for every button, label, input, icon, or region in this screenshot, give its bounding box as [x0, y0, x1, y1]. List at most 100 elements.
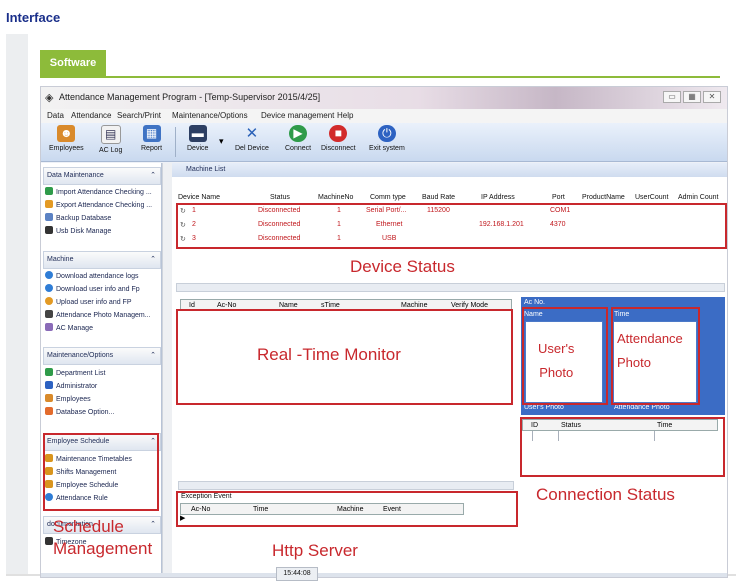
- sidebar-item-employees[interactable]: Employees: [45, 394, 159, 406]
- sidebar-item-usb[interactable]: Usb Disk Manage: [45, 226, 159, 238]
- sidebar-item-label: AC Manage: [56, 325, 93, 332]
- software-tab[interactable]: Software: [40, 50, 106, 76]
- exit-system-button[interactable]: ⏻ Exit system: [369, 125, 405, 152]
- col-status[interactable]: Status: [270, 194, 290, 201]
- sidebar-item-import[interactable]: Import Attendance Checking ...: [45, 187, 159, 199]
- users-photo-annotation: User's Photo: [538, 337, 574, 385]
- sidebar-item-label: Database Option...: [56, 409, 115, 416]
- close-icon[interactable]: ✕: [703, 91, 721, 103]
- disconnect-icon: ■: [329, 125, 348, 142]
- sidebar-item-ac-manage[interactable]: AC Manage: [45, 323, 159, 335]
- sidebar-item-label: Usb Disk Manage: [56, 228, 112, 235]
- menu-attendance[interactable]: Attendance: [71, 111, 111, 120]
- download-icon: [45, 284, 53, 292]
- photo-icon: [45, 310, 53, 318]
- col-baud-rate[interactable]: Baud Rate: [422, 194, 455, 201]
- ac-log-button[interactable]: ▤ AC Log: [99, 125, 122, 154]
- sidebar-item-label: Department List: [56, 370, 106, 377]
- connection-status-label: Connection Status: [536, 485, 675, 504]
- section-machine[interactable]: Machine ⌃: [43, 251, 161, 269]
- machine-list-label: Machine List: [186, 166, 226, 173]
- sidebar-item-label: Import Attendance Checking ...: [56, 189, 152, 196]
- attendance-photo-caption: Attendance Photo: [614, 404, 670, 411]
- sidebar-item-database-option[interactable]: Database Option...: [45, 407, 159, 419]
- menu-bar: Data Attendance Search/Print Maintenance…: [41, 109, 727, 123]
- menu-help[interactable]: Help: [337, 111, 353, 120]
- col-machine-no[interactable]: MachineNo: [318, 194, 353, 201]
- device-status-label: Device Status: [350, 257, 455, 276]
- sidebar-item-upload-user[interactable]: Upload user info and FP: [45, 297, 159, 309]
- sidebar-item-label: Upload user info and FP: [56, 299, 132, 306]
- connect-button[interactable]: ▶ Connect: [285, 125, 311, 152]
- power-icon: ⏻: [377, 125, 396, 142]
- schedule-management-box: [43, 433, 159, 511]
- device-list-hscrollbar[interactable]: [176, 283, 725, 292]
- left-margin-bar: [6, 34, 28, 574]
- exit-system-label: Exit system: [369, 145, 405, 152]
- connect-label: Connect: [285, 145, 312, 152]
- collapse-chevron-icon[interactable]: ⌃: [150, 168, 156, 184]
- employees-button[interactable]: ☻ Employees: [49, 125, 84, 152]
- sidebar-item-label: Employees: [56, 396, 91, 403]
- sidebar-item-photo-manage[interactable]: Attendance Photo Managem...: [45, 310, 159, 322]
- app-icon: ◈: [45, 92, 54, 104]
- col-device-name[interactable]: Device Name: [178, 194, 220, 201]
- menu-maintenance-options[interactable]: Maintenance/Options: [172, 111, 248, 120]
- schedule-management-annotation: Schedule Management: [53, 516, 152, 560]
- report-icon: ▦: [142, 125, 161, 142]
- sidebar-scrollbar[interactable]: [162, 163, 172, 573]
- sidebar-item-download-user[interactable]: Download user info and Fp: [45, 284, 159, 296]
- sidebar-item-department[interactable]: Department List: [45, 368, 159, 380]
- employees-icon: ☻: [57, 125, 76, 142]
- maximize-icon[interactable]: ▦: [683, 91, 701, 103]
- device-status-box: [176, 203, 727, 249]
- section-data-maintenance[interactable]: Data Maintenance ⌃: [43, 167, 161, 185]
- tab-machine-list[interactable]: Machine List: [172, 163, 727, 177]
- sidebar: Data Maintenance ⌃ Import Attendance Chec…: [41, 163, 162, 573]
- realtime-monitor-label: Real -Time Monitor: [257, 345, 401, 364]
- employees-label: Employees: [49, 145, 84, 152]
- menu-device-management[interactable]: Device management: [261, 111, 334, 120]
- section-maintenance-options[interactable]: Maintenance/Options ⌃: [43, 347, 161, 365]
- users-photo-line1: User's: [538, 341, 575, 356]
- section-title: Machine: [47, 256, 74, 263]
- sidebar-item-backup[interactable]: Backup Database: [45, 213, 159, 225]
- section-title: Maintenance/Options: [47, 352, 114, 359]
- col-product-name[interactable]: ProductName: [582, 194, 625, 201]
- monitor-hscrollbar[interactable]: [178, 481, 514, 490]
- department-icon: [45, 368, 53, 376]
- del-device-label: Del Device: [235, 145, 269, 152]
- toolbar-separator: [175, 127, 176, 157]
- sidebar-item-download-logs[interactable]: Download attendance logs: [45, 271, 159, 283]
- log-icon: ▤: [100, 125, 121, 144]
- schedule-line2: Management: [53, 539, 153, 558]
- menu-search-print[interactable]: Search/Print: [117, 111, 161, 120]
- col-admin-count[interactable]: Admin Count: [678, 194, 718, 201]
- menu-data[interactable]: Data: [47, 111, 64, 120]
- sidebar-item-label: Administrator: [56, 383, 98, 390]
- status-bar: [41, 573, 727, 577]
- report-button[interactable]: ▦ Report: [141, 125, 162, 152]
- collapse-chevron-icon[interactable]: ⌃: [150, 252, 156, 268]
- del-device-button[interactable]: ✕ Del Device: [235, 125, 269, 152]
- tab-underline: [40, 76, 720, 78]
- disconnect-button[interactable]: ■ Disconnect: [321, 125, 356, 152]
- sidebar-item-administrator[interactable]: Administrator: [45, 381, 159, 393]
- minimize-icon[interactable]: ▭: [663, 91, 681, 103]
- col-ip-address[interactable]: IP Address: [481, 194, 515, 201]
- col-user-count[interactable]: UserCount: [635, 194, 668, 201]
- sidebar-item-export[interactable]: Export Attendance Checking ...: [45, 200, 159, 212]
- col-comm-type[interactable]: Comm type: [370, 194, 406, 201]
- device-label: Device: [187, 145, 209, 152]
- usb-icon: [45, 226, 53, 234]
- sidebar-item-label: Backup Database: [56, 215, 112, 222]
- sidebar-item-label: Download user info and Fp: [56, 286, 140, 293]
- sidebar-item-label: Attendance Photo Managem...: [56, 312, 151, 319]
- connect-icon: ▶: [289, 125, 308, 142]
- connection-status-box: [520, 417, 725, 477]
- attendance-photo-line1: Attendance: [617, 331, 683, 346]
- device-dropdown-icon[interactable]: ▾: [219, 131, 224, 149]
- collapse-chevron-icon[interactable]: ⌃: [150, 348, 156, 364]
- col-port[interactable]: Port: [552, 194, 565, 201]
- device-button[interactable]: ▬ Device: [187, 125, 208, 152]
